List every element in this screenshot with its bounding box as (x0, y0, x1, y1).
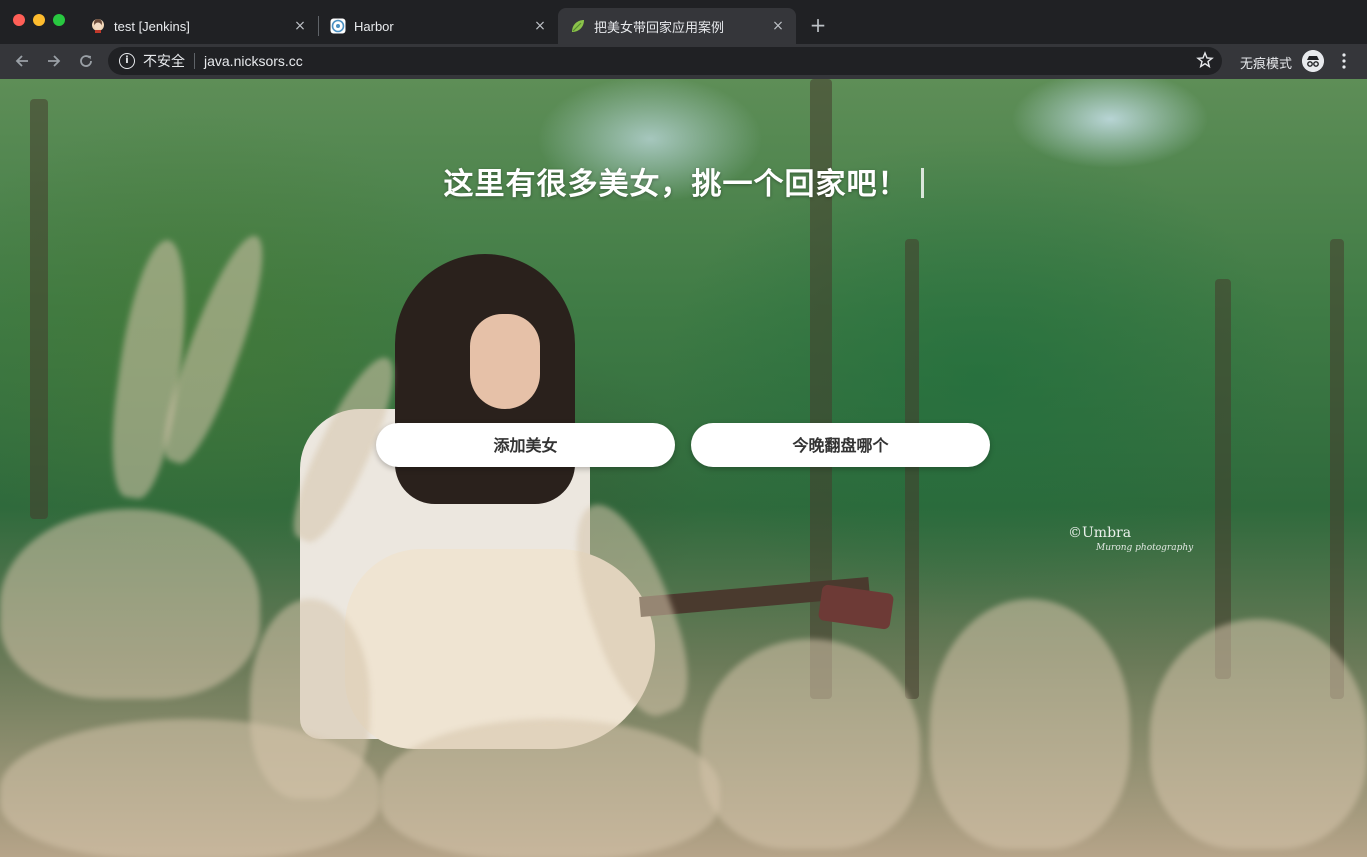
tab-label: Harbor (354, 18, 394, 34)
tab-harbor[interactable]: Harbor × (318, 8, 558, 44)
close-icon[interactable]: × (292, 18, 308, 34)
arrow-right-icon (48, 55, 61, 67)
photo-watermark: ©Umbra (1068, 525, 1132, 541)
arrow-left-icon (15, 55, 28, 67)
background-tree-trunk (1330, 239, 1344, 699)
leaf-icon (572, 20, 584, 32)
typing-caret (920, 168, 924, 198)
foreground-grass (380, 719, 720, 857)
window-maximize-button[interactable] (53, 14, 65, 26)
harbor-icon (330, 18, 346, 34)
page-hero: ©Umbra Murong photography 这里有很多美女，挑一个回家吧… (0, 79, 1367, 857)
headline-text: 这里有很多美女，挑一个回家吧！ (443, 167, 909, 202)
star-icon[interactable] (1196, 51, 1214, 69)
foreground-grass (700, 639, 920, 849)
pick-tonight-button[interactable]: 今晚翻盘哪个 (691, 423, 990, 467)
photo-watermark-subtitle: Murong photography (1096, 543, 1194, 553)
incognito-label: 无痕模式 (1240, 57, 1293, 72)
foreground-grass (0, 509, 260, 699)
window-close-button[interactable] (13, 14, 25, 26)
browser-titlebar: test [Jenkins] × Harbor × 把美女带回家应用案例 × + (0, 0, 1367, 44)
page-headline: 这里有很多美女，挑一个回家吧！ (0, 159, 1367, 203)
more-vert-icon[interactable] (1336, 50, 1352, 72)
browser-toolbar: i 不安全 java.nicksors.cc 无痕模式 (0, 44, 1367, 79)
reload-icon (80, 55, 92, 67)
background-tree-trunk (1215, 279, 1231, 679)
url-text[interactable]: java.nicksors.cc (204, 53, 303, 69)
incognito-icon[interactable] (1302, 50, 1324, 72)
tab-jenkins[interactable]: test [Jenkins] × (78, 8, 318, 44)
omnibox-divider (194, 53, 195, 69)
tab-label: test [Jenkins] (114, 18, 190, 34)
info-icon[interactable]: i (119, 53, 135, 69)
foreground-grass (0, 719, 380, 857)
jenkins-icon (92, 19, 104, 33)
foreground-grass (930, 599, 1130, 849)
window-minimize-button[interactable] (33, 14, 45, 26)
foreground-grass (1150, 619, 1367, 849)
address-bar[interactable]: i 不安全 java.nicksors.cc (108, 47, 1222, 75)
tab-label: 把美女带回家应用案例 (594, 19, 725, 35)
close-icon[interactable]: × (532, 18, 548, 34)
security-status: 不安全 (143, 54, 185, 70)
photo-subject-face (470, 314, 540, 409)
new-tab-button[interactable]: + (806, 13, 830, 37)
reload-button[interactable] (74, 49, 98, 73)
close-icon[interactable]: × (770, 18, 786, 34)
forward-button[interactable] (42, 49, 66, 73)
back-button[interactable] (10, 49, 34, 73)
add-beauty-button[interactable]: 添加美女 (376, 423, 675, 467)
tab-active-app[interactable]: 把美女带回家应用案例 × (558, 8, 796, 44)
background-tree-trunk (905, 239, 919, 699)
